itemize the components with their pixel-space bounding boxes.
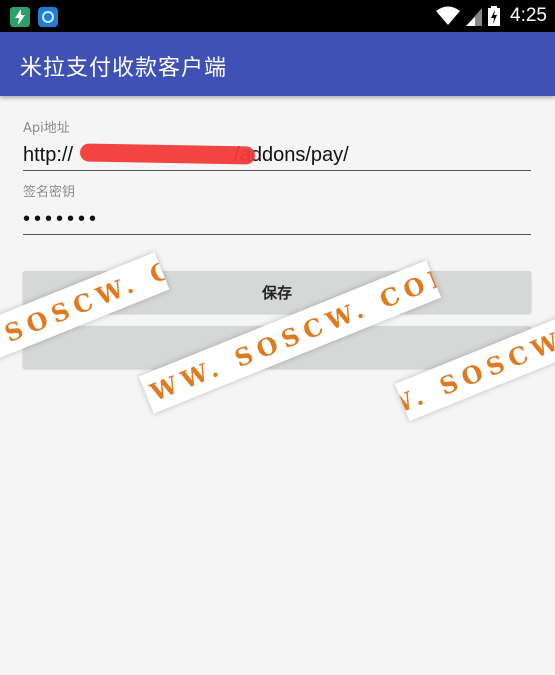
api-address-label: Api地址 [23,121,70,136]
app-notification-icon [38,7,58,27]
notification-icons [10,7,58,27]
status-time: 4:25 [510,5,547,26]
wifi-icon [436,6,461,25]
system-status-icons: 4:25 [436,5,547,27]
battery-charging-icon [488,6,501,26]
app-title: 米拉支付收款客户端 [20,56,228,81]
redaction-mark [79,143,256,165]
status-bar: 4:25 [0,0,555,32]
charging-bolt-icon [10,7,30,27]
secret-key-input[interactable] [23,205,531,235]
secret-key-label: 签名密钥 [23,185,76,200]
app-bar: 米拉支付收款客户端 [0,32,555,96]
signal-icon [466,8,483,26]
